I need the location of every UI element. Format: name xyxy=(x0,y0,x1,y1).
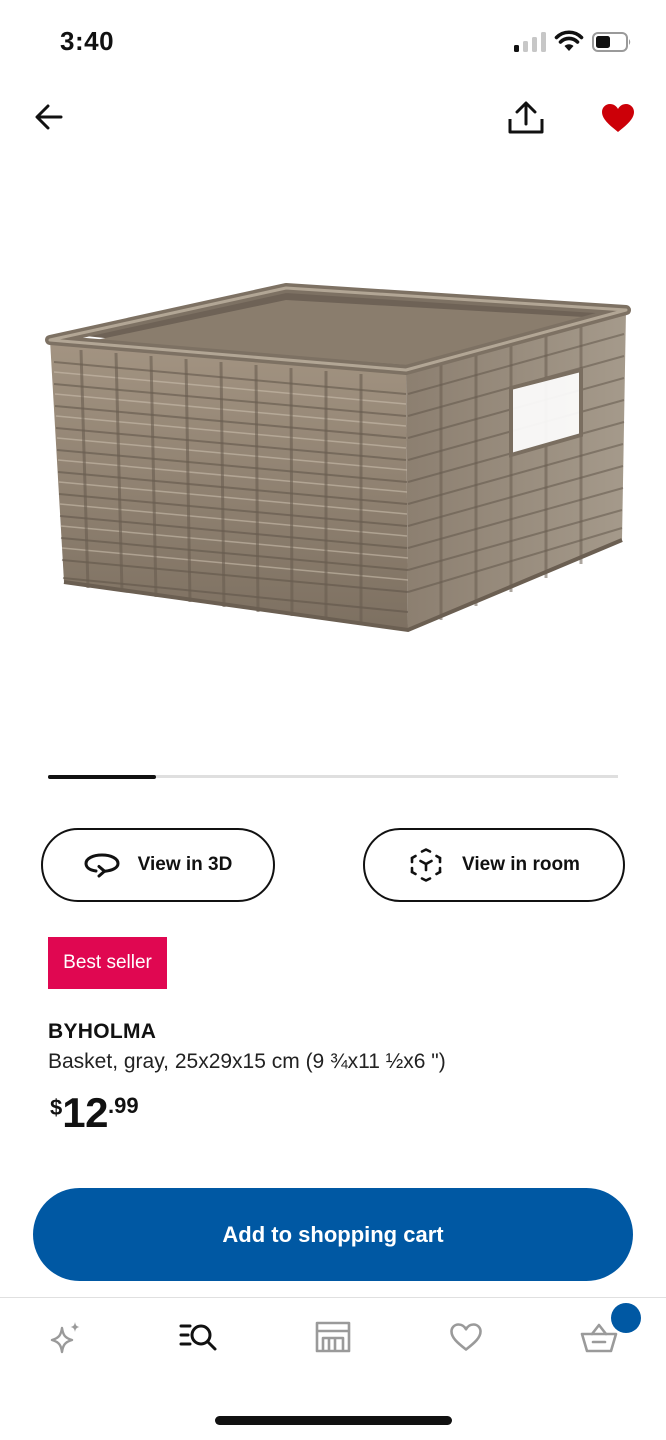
view-in-room-button[interactable]: View in room xyxy=(363,828,625,902)
ar-cube-icon xyxy=(408,847,444,883)
best-seller-badge: Best seller xyxy=(48,937,167,989)
product-description: Basket, gray, 25x29x15 cm (9 ¾x11 ½x6 ") xyxy=(48,1050,446,1073)
product-image[interactable] xyxy=(36,270,632,660)
tab-stores[interactable] xyxy=(303,1312,363,1362)
tab-bar-divider xyxy=(0,1297,666,1298)
price-currency: $ xyxy=(50,1095,63,1120)
heart-outline-icon xyxy=(450,1323,482,1351)
add-to-cart-button[interactable]: Add to shopping cart xyxy=(33,1188,633,1281)
tab-inspiration[interactable] xyxy=(36,1312,96,1362)
store-icon xyxy=(315,1321,351,1353)
favorite-button[interactable] xyxy=(597,98,639,138)
price-decimal: .99 xyxy=(107,1093,139,1118)
cellular-signal-icon xyxy=(514,32,546,52)
carousel-progress-fill xyxy=(48,774,157,779)
arrow-left-icon xyxy=(35,104,63,130)
view-in-3d-label: View in 3D xyxy=(137,854,233,875)
image-carousel-progress xyxy=(48,774,618,779)
price-integer: 12 xyxy=(62,1089,108,1136)
back-button[interactable] xyxy=(30,98,68,136)
view-in-3d-button[interactable]: View in 3D xyxy=(41,828,275,902)
share-upload-icon xyxy=(508,101,544,134)
cart-badge xyxy=(611,1303,641,1333)
tab-favourites[interactable] xyxy=(436,1312,496,1362)
rotate-3d-icon xyxy=(84,847,120,883)
search-list-icon xyxy=(179,1324,217,1351)
wifi-icon xyxy=(554,30,584,51)
product-name: BYHOLMA xyxy=(48,1020,157,1043)
tab-search[interactable] xyxy=(169,1312,229,1362)
status-bar: 3:40 xyxy=(0,0,666,86)
heart-filled-icon xyxy=(602,104,634,132)
product-price: $ 12 .99 xyxy=(50,1092,139,1134)
view-in-room-label: View in room xyxy=(462,854,580,875)
sparkle-icon xyxy=(50,1322,80,1354)
home-indicator xyxy=(215,1416,452,1425)
status-time: 3:40 xyxy=(60,26,115,56)
share-button[interactable] xyxy=(504,96,548,140)
battery-icon xyxy=(592,32,631,52)
top-nav xyxy=(0,92,666,144)
